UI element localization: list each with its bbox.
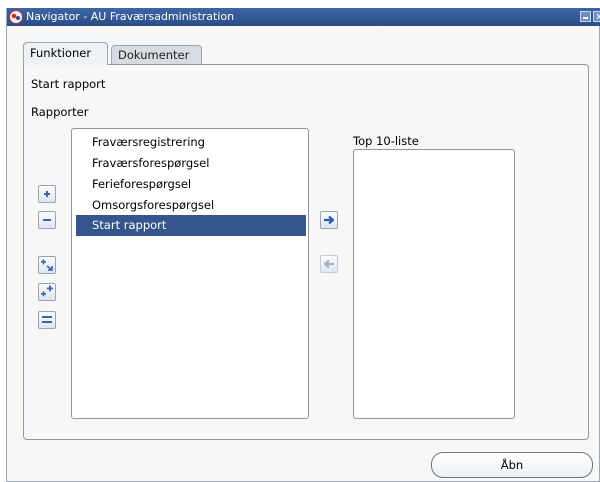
collapse-all-icon[interactable] bbox=[38, 311, 56, 329]
navigator-window: Navigator - AU Fraværsadministration Fun… bbox=[6, 8, 600, 482]
minimize-icon[interactable] bbox=[580, 11, 591, 22]
top10-list[interactable] bbox=[353, 149, 515, 419]
tab-label: Funktioner bbox=[30, 46, 92, 60]
arrow-left-icon[interactable] bbox=[320, 255, 338, 273]
top10-label: Top 10-liste bbox=[353, 134, 419, 148]
title-bar[interactable]: Navigator - AU Fraværsadministration bbox=[7, 8, 600, 26]
list-item-selected[interactable]: Start rapport bbox=[76, 215, 306, 236]
list-item[interactable]: Fraværsforespørgsel bbox=[76, 153, 306, 174]
window-title: Navigator - AU Fraværsadministration bbox=[26, 10, 235, 23]
tab-label: Dokumenter bbox=[118, 48, 190, 62]
open-button[interactable]: Åbn bbox=[431, 452, 593, 478]
arrow-right-icon[interactable] bbox=[320, 211, 338, 229]
report-list[interactable]: Fraværsregistrering Fraværsforespørgsel … bbox=[71, 128, 309, 419]
tab-funktioner[interactable]: Funktioner bbox=[23, 42, 108, 65]
minus-icon[interactable] bbox=[38, 211, 56, 229]
expand-branch-icon[interactable] bbox=[38, 256, 56, 274]
function-title: Start rapport bbox=[31, 77, 106, 91]
functions-panel: Start rapport Rapporter Fraværsregistrer… bbox=[23, 64, 589, 440]
expand-all-icon[interactable] bbox=[38, 283, 56, 301]
section-label: Rapporter bbox=[31, 105, 89, 119]
oracle-app-icon bbox=[9, 10, 23, 24]
list-item[interactable]: Omsorgsforespørgsel bbox=[76, 195, 306, 216]
list-item[interactable]: Ferieforespørgsel bbox=[76, 174, 306, 195]
plus-icon[interactable] bbox=[38, 185, 56, 203]
close-icon[interactable] bbox=[593, 11, 600, 22]
list-item[interactable]: Fraværsregistrering bbox=[76, 132, 306, 153]
tab-dokumenter[interactable]: Dokumenter bbox=[111, 45, 202, 64]
